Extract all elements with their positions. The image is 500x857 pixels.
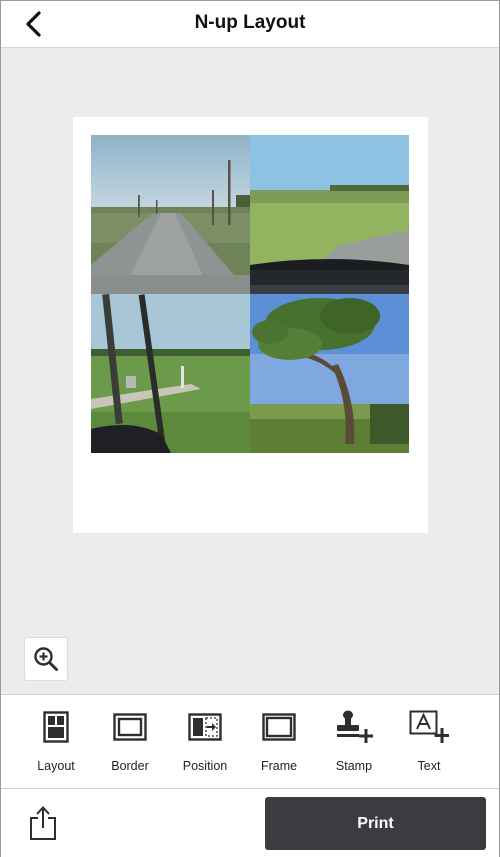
stamp-tool-button[interactable]: Stamp (317, 707, 391, 777)
stamp-tool-label: Stamp (335, 759, 373, 773)
page-title: N-up Layout (194, 12, 306, 33)
zoom-in-icon (34, 647, 58, 671)
share-button[interactable] (23, 801, 63, 845)
frame-icon (262, 713, 296, 741)
zoom-button[interactable] (24, 637, 68, 681)
print-button[interactable]: Print (265, 797, 486, 850)
text-icon (409, 710, 449, 743)
border-icon (113, 713, 147, 741)
share-icon (30, 806, 56, 840)
border-tool-label: Border (111, 759, 149, 773)
bottom-bar: Print (1, 789, 499, 857)
photo-field-from-car[interactable] (250, 135, 409, 294)
photo-tree-sky[interactable] (250, 294, 409, 453)
preview-area (1, 48, 499, 694)
layout-tool-label: Layout (37, 759, 75, 773)
tree-sky-image (250, 294, 409, 453)
position-icon (188, 713, 222, 741)
text-tool-button[interactable]: Text (392, 707, 466, 777)
utility-pole-field-image (91, 294, 250, 453)
photo-utility-pole-field[interactable] (91, 294, 250, 453)
frame-tool-label: Frame (260, 759, 298, 773)
nup-grid (91, 135, 409, 453)
layout-icon (43, 711, 69, 743)
border-tool-button[interactable]: Border (93, 707, 167, 777)
edit-toolbar: Layout Border Position Frame Stamp Text (1, 694, 499, 789)
text-tool-label: Text (417, 759, 441, 773)
paper-preview (73, 117, 428, 533)
header: N-up Layout (1, 1, 499, 48)
position-tool-button[interactable]: Position (168, 707, 242, 777)
frame-tool-button[interactable]: Frame (242, 707, 316, 777)
layout-tool-button[interactable]: Layout (19, 707, 93, 777)
stamp-icon (337, 710, 373, 743)
field-from-car-image (250, 135, 409, 294)
position-tool-label: Position (182, 759, 228, 773)
country-road-image (91, 135, 250, 294)
photo-country-road[interactable] (91, 135, 250, 294)
